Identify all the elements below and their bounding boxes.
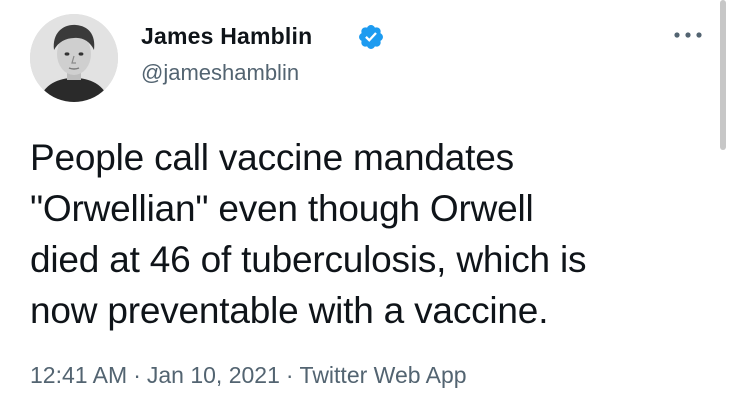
tweet-date[interactable]: Jan 10, 2021 — [147, 362, 280, 388]
more-horizontal-icon — [674, 32, 702, 38]
author-name[interactable]: James Hamblin — [141, 23, 312, 50]
tweet-text-line: now preventable with a vaccine. — [30, 290, 549, 331]
verified-badge-icon — [359, 25, 383, 49]
tweet-text-line: People call vaccine mandates — [30, 137, 514, 178]
avatar[interactable] — [30, 14, 118, 102]
scrollbar[interactable] — [720, 0, 726, 150]
tweet-source[interactable]: Twitter Web App — [300, 362, 467, 388]
tweet-text-line: "Orwellian" even though Orwell — [30, 188, 534, 229]
author-handle[interactable]: @jameshamblin — [141, 60, 299, 86]
tweet-text-line: died at 46 of tuberculosis, which is — [30, 239, 587, 280]
more-options-button[interactable] — [671, 23, 705, 47]
tweet-metadata: 12:41 AM · Jan 10, 2021 · Twitter Web App — [30, 362, 467, 389]
tweet-time[interactable]: 12:41 AM — [30, 362, 127, 388]
separator-dot: · — [133, 362, 141, 388]
separator-dot: · — [285, 362, 294, 388]
tweet-text: People call vaccine mandates "Orwellian"… — [30, 132, 710, 336]
tweet-card: James Hamblin @jameshamblin People call … — [0, 0, 734, 411]
avatar-photo — [30, 14, 118, 102]
